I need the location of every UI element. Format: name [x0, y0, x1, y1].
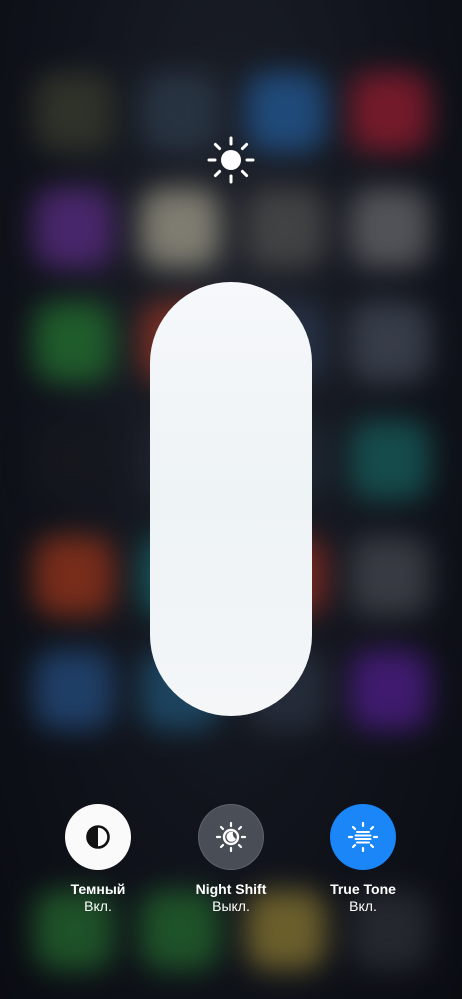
true-tone-button[interactable]	[330, 804, 396, 870]
true-tone-toggle[interactable]: True Tone Вкл.	[293, 804, 433, 915]
dark-mode-state: Вкл.	[84, 898, 112, 914]
true-tone-state: Вкл.	[349, 898, 377, 914]
night-shift-state: Выкл.	[212, 898, 250, 914]
sun-icon	[207, 136, 255, 184]
true-tone-icon	[347, 821, 379, 853]
night-shift-icon	[215, 821, 247, 853]
dark-mode-label: Темный	[70, 881, 126, 897]
brightness-slider-fill	[150, 282, 312, 716]
night-shift-button[interactable]	[198, 804, 264, 870]
true-tone-label: True Tone	[330, 881, 396, 897]
dark-mode-toggle[interactable]: Темный Вкл.	[28, 804, 168, 915]
brightness-slider[interactable]	[150, 282, 312, 716]
night-shift-label: Night Shift	[195, 881, 267, 897]
dark-mode-button[interactable]	[65, 804, 131, 870]
dark-mode-icon	[86, 825, 110, 849]
night-shift-toggle[interactable]: Night Shift Выкл.	[161, 804, 301, 915]
